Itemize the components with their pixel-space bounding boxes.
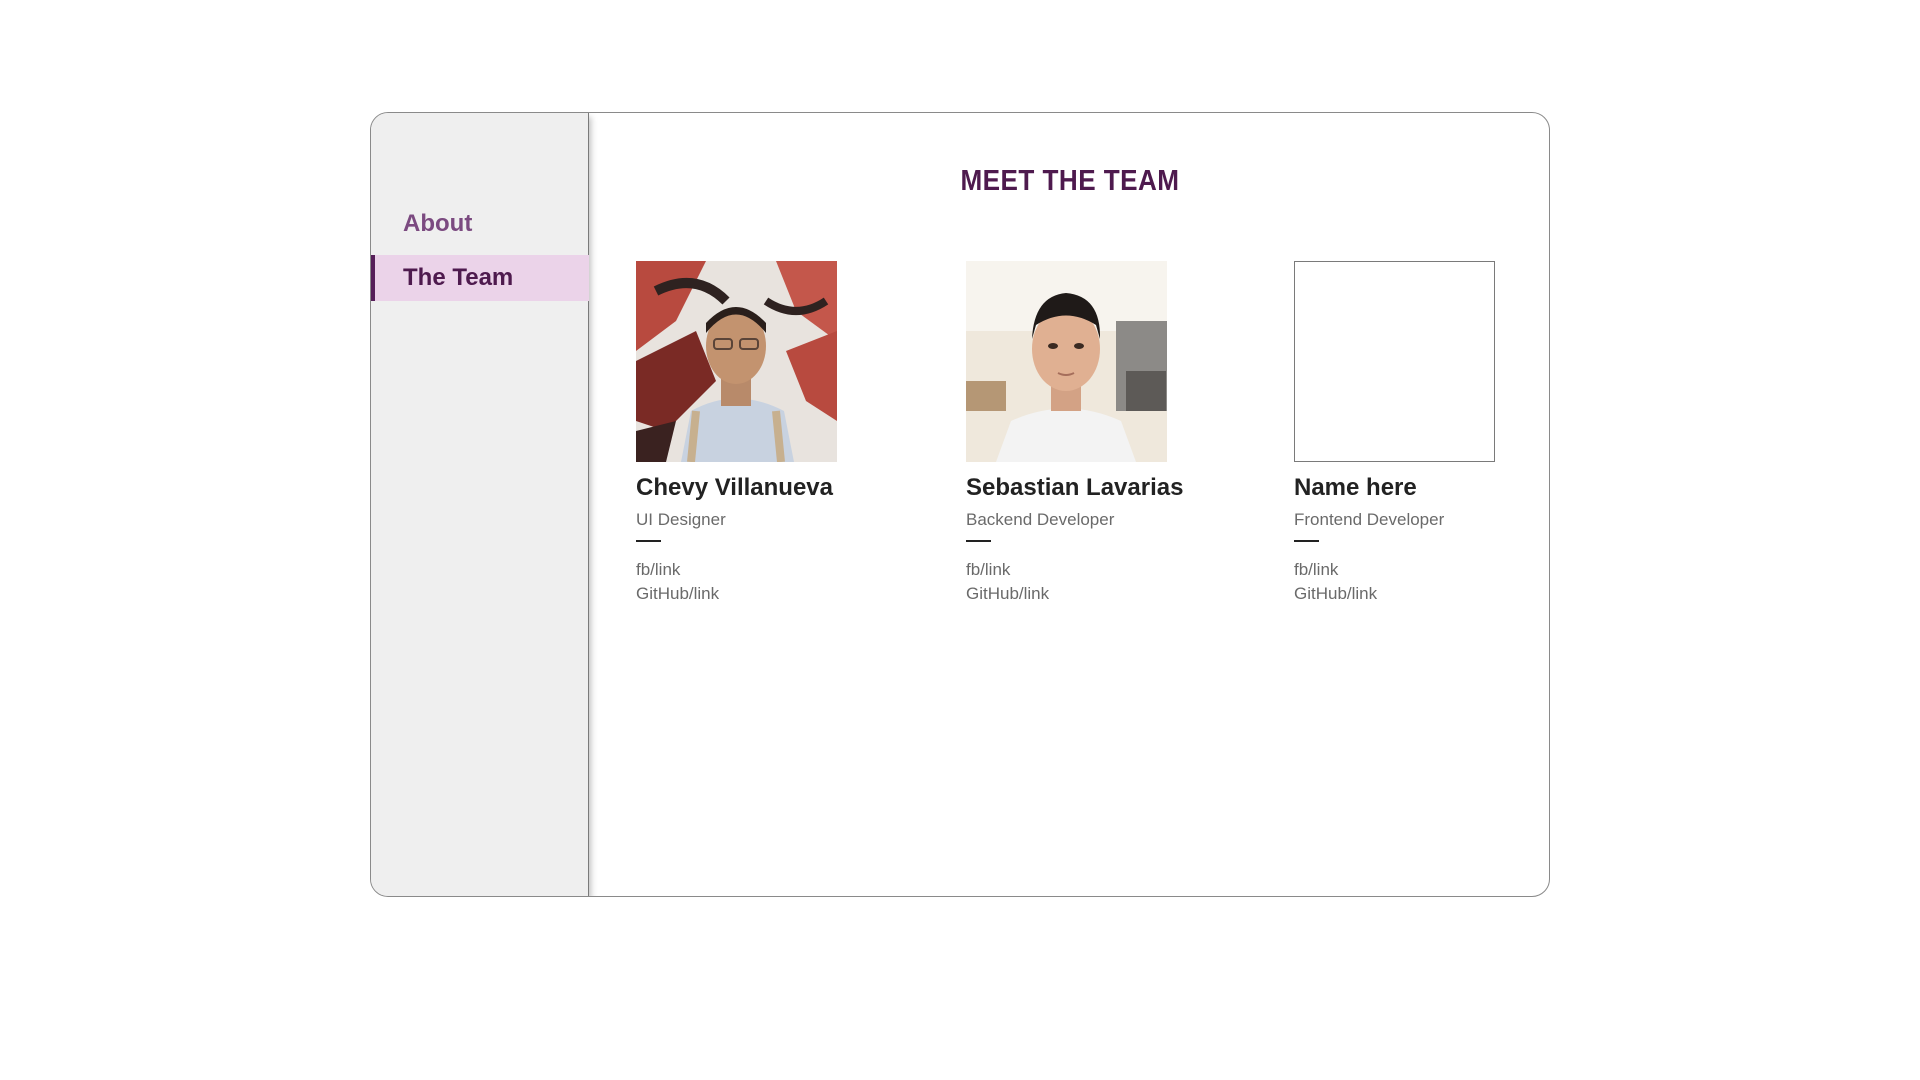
member-photo	[966, 261, 1167, 462]
member-name: Chevy Villanueva	[636, 474, 833, 501]
github-link[interactable]: GitHub/link	[636, 582, 876, 606]
member-role: Frontend Developer	[1294, 510, 1445, 529]
member-name: Name here	[1294, 474, 1417, 501]
divider	[636, 540, 661, 542]
photo-placeholder	[1294, 261, 1495, 462]
member-name: Sebastian Lavarias	[966, 474, 1184, 501]
divider	[1294, 540, 1319, 542]
facebook-link[interactable]: fb/link	[966, 558, 1206, 582]
divider	[966, 540, 991, 542]
facebook-link[interactable]: fb/link	[636, 558, 876, 582]
member-photo	[636, 261, 837, 462]
sidebar-item-the-team[interactable]: The Team	[371, 255, 589, 301]
facebook-link[interactable]: fb/link	[1294, 558, 1534, 582]
github-link[interactable]: GitHub/link	[966, 582, 1206, 606]
app-window: About The Team MEET THE TEAM Chevy Villa…	[370, 112, 1550, 897]
github-link[interactable]: GitHub/link	[1294, 582, 1534, 606]
member-role: Backend Developer	[966, 510, 1115, 529]
sidebar: About The Team	[371, 113, 589, 896]
team-member-card: Sebastian Lavarias Backend Developer fb/…	[966, 261, 1206, 606]
team-member-card: Name here Frontend Developer fb/link Git…	[1294, 261, 1534, 606]
member-links: fb/link GitHub/link	[636, 558, 876, 606]
team-member-card: Chevy Villanueva UI Designer fb/link Git…	[636, 261, 876, 606]
member-links: fb/link GitHub/link	[1294, 558, 1534, 606]
sidebar-item-about[interactable]: About	[371, 201, 589, 247]
page-title: MEET THE TEAM	[960, 165, 1180, 197]
member-links: fb/link GitHub/link	[966, 558, 1206, 606]
member-role: UI Designer	[636, 510, 726, 529]
main-content: MEET THE TEAM Chevy Villanueva UI Design…	[591, 113, 1549, 896]
